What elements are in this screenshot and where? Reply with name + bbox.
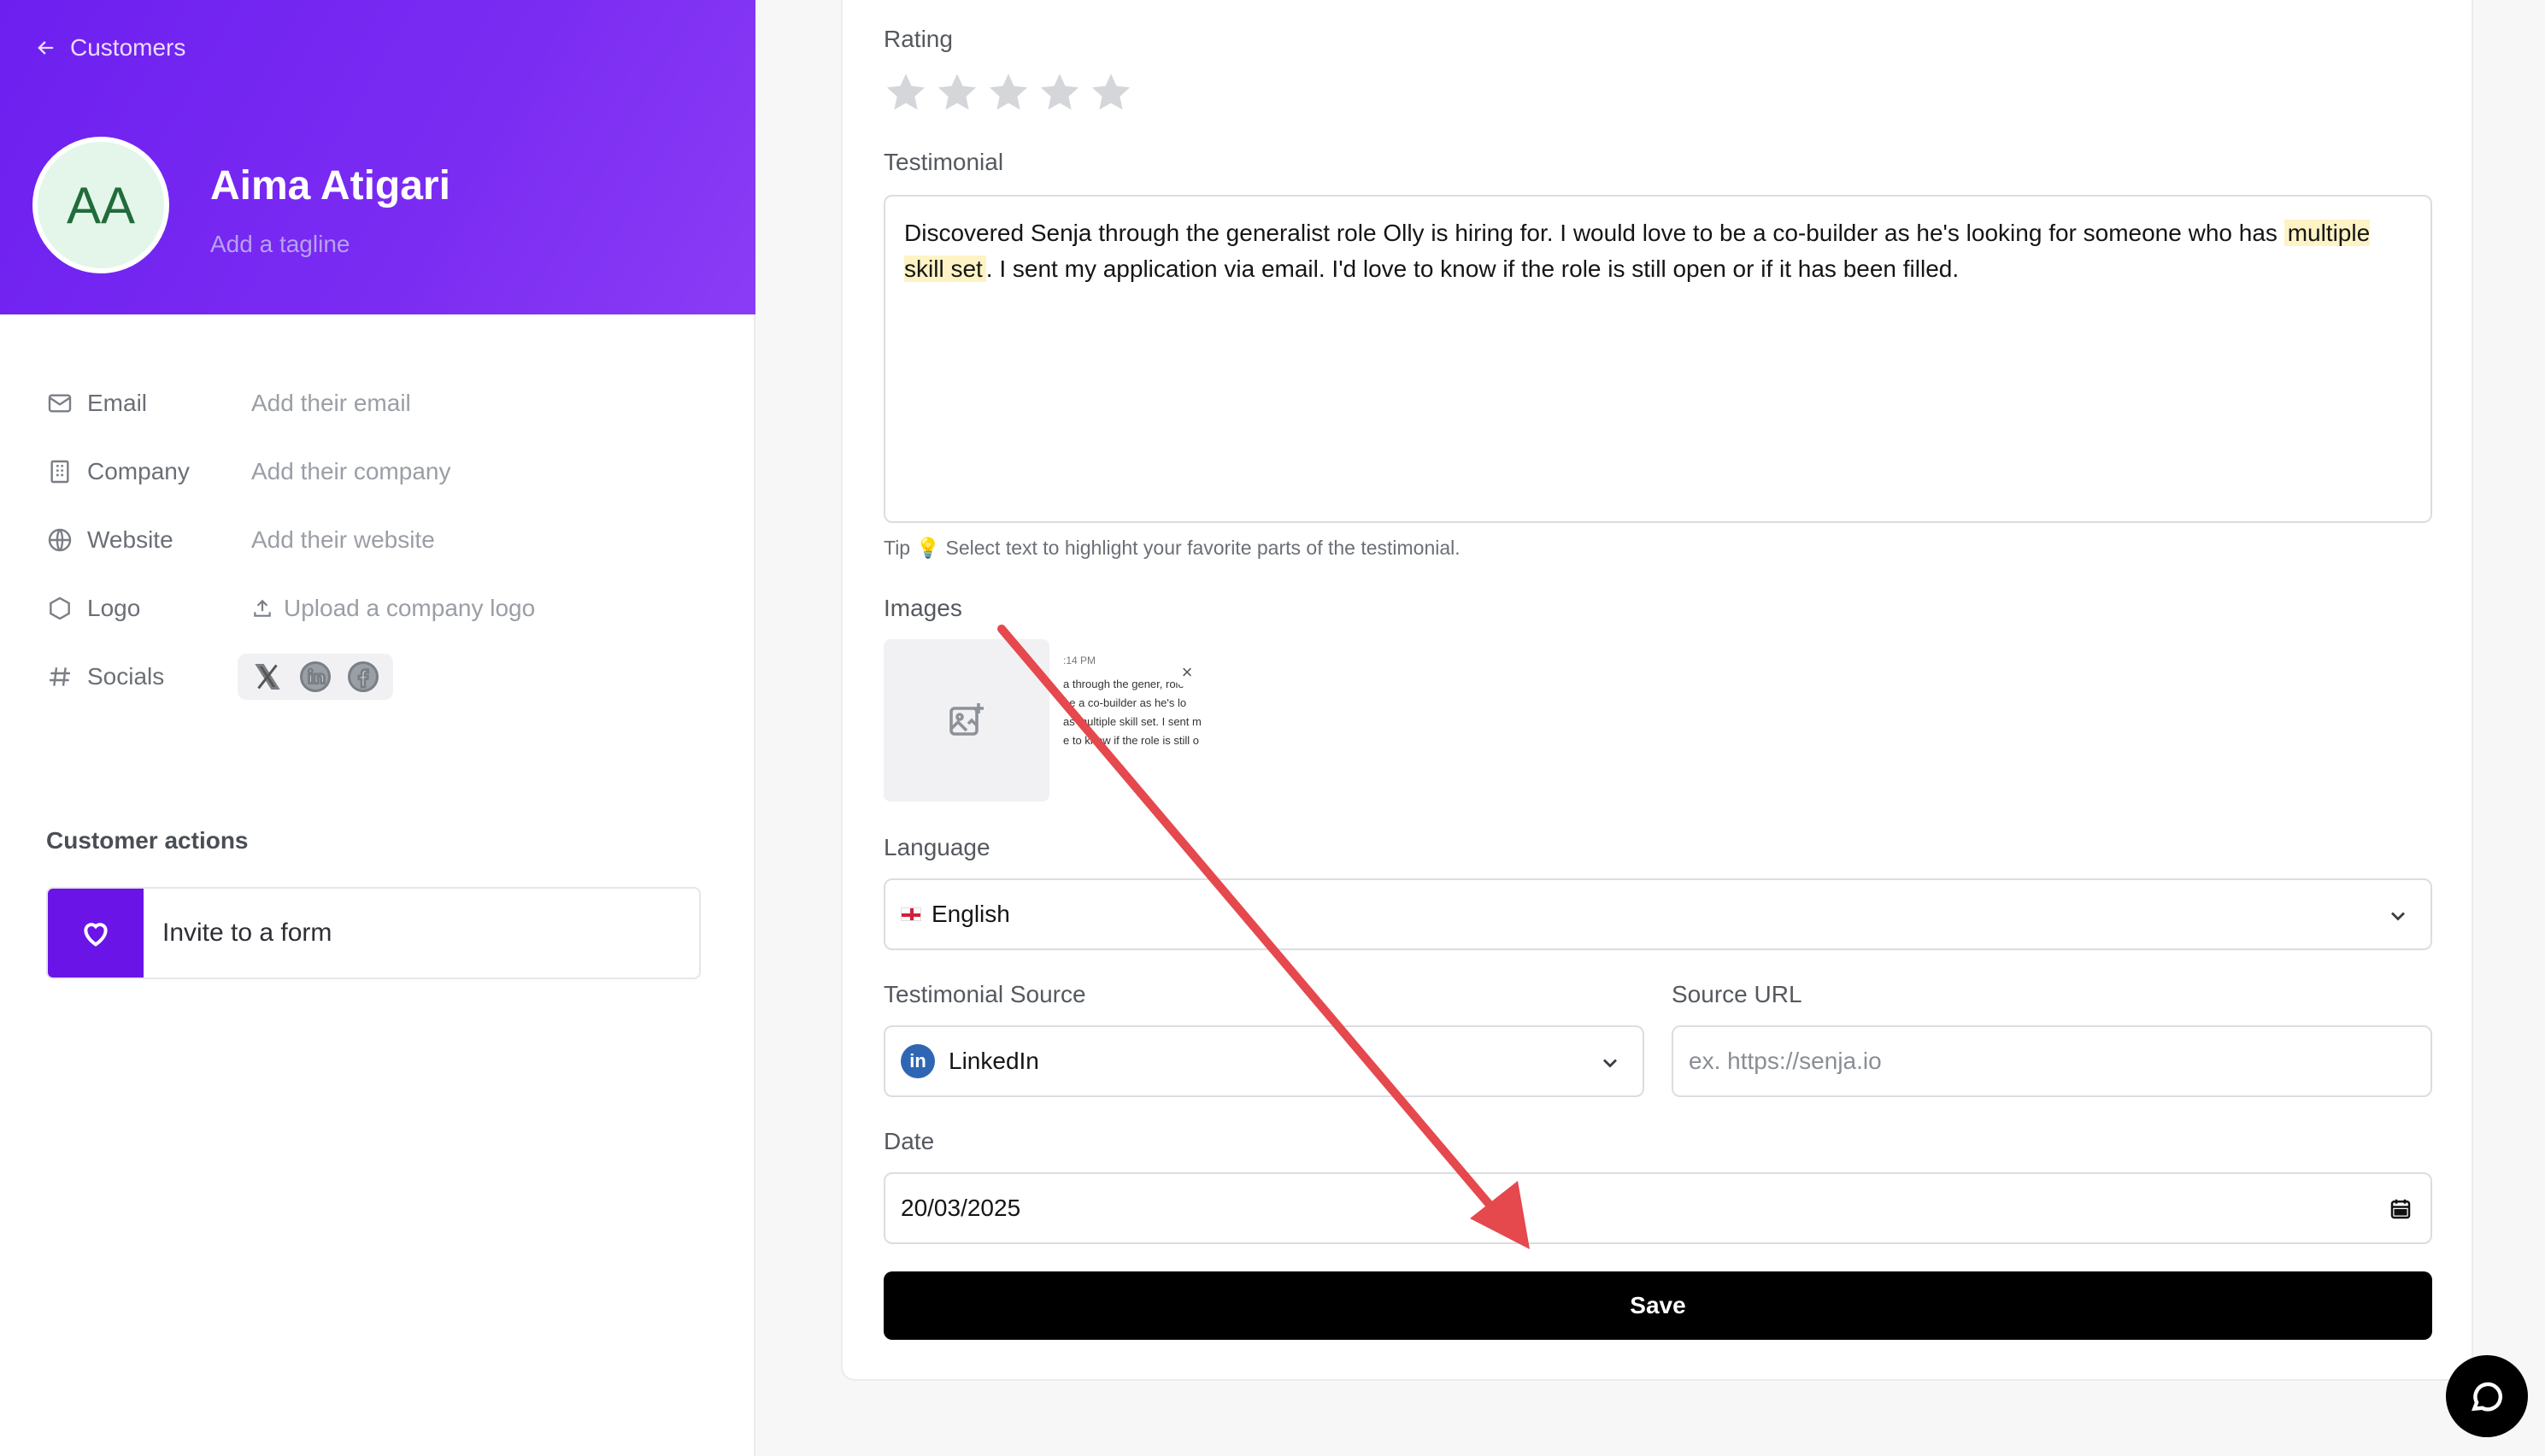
- field-socials: Socials: [46, 643, 730, 711]
- invite-icon-box: [48, 889, 144, 978]
- rating-stars: [884, 70, 1133, 114]
- building-icon: [50, 460, 69, 484]
- facebook-icon[interactable]: [347, 660, 379, 693]
- testimonial-source-select[interactable]: in LinkedIn: [884, 1025, 1644, 1097]
- language-select[interactable]: English: [884, 878, 2432, 950]
- star-icon[interactable]: [1089, 70, 1133, 114]
- image-plus-icon: [949, 703, 984, 736]
- back-label: Customers: [70, 34, 186, 61]
- chat-bubble-icon: [2472, 1382, 2502, 1412]
- socials-field: [238, 654, 393, 700]
- rating-label: Rating: [884, 26, 953, 52]
- field-email: Email Add their email: [46, 369, 730, 437]
- mail-icon: [48, 394, 72, 413]
- field-socials-label-wrap: Socials: [46, 663, 251, 690]
- testimonial-label: Testimonial: [884, 149, 1004, 175]
- save-button[interactable]: Save: [884, 1271, 2432, 1340]
- upload-icon: [254, 599, 271, 617]
- website-field[interactable]: Add their website: [251, 526, 435, 554]
- upload-logo-button[interactable]: Upload a company logo: [251, 595, 535, 622]
- remove-image-icon[interactable]: ×: [1173, 658, 1202, 687]
- field-website: Website Add their website: [46, 506, 730, 574]
- customer-actions-title: Customer actions: [46, 827, 249, 854]
- thumb-line: as multiple skill set. I sent m: [1063, 715, 1202, 728]
- testimonial-text-after: . I sent my application via email. I'd l…: [985, 255, 1960, 282]
- chevron-down-icon: [1603, 1059, 1617, 1068]
- testimonial-source-label: Testimonial Source: [884, 981, 1086, 1007]
- customer-fields: Email Add their email Company Add their …: [46, 369, 730, 711]
- field-logo: Logo Upload a company logo: [46, 574, 730, 643]
- linkedin-icon[interactable]: [299, 660, 332, 693]
- star-icon[interactable]: [1037, 70, 1082, 114]
- socials-group: [238, 654, 393, 700]
- field-company-label-wrap: Company: [46, 458, 251, 485]
- customer-name[interactable]: Aima Atigari: [210, 162, 450, 209]
- heart-icon: [84, 923, 108, 947]
- tagline-input[interactable]: Add a tagline: [210, 231, 350, 258]
- thumb-line: e to know if the role is still o: [1063, 734, 1199, 747]
- source-url-label: Source URL: [1672, 981, 1802, 1007]
- field-website-label-wrap: Website: [46, 526, 251, 554]
- date-label: Date: [884, 1128, 935, 1154]
- hash-icon: [50, 667, 70, 686]
- field-label: Socials: [87, 663, 165, 690]
- field-label: Logo: [87, 595, 141, 621]
- globe-icon: [48, 528, 72, 552]
- linkedin-icon: in: [901, 1044, 935, 1078]
- customer-sidebar: Customers AA Aima Atigari Add a tagline …: [0, 0, 755, 1456]
- customer-header: Customers AA Aima Atigari Add a tagline: [0, 0, 755, 314]
- add-image-button[interactable]: [884, 639, 1049, 801]
- field-email-label-wrap: Email: [46, 390, 251, 417]
- language-value: English: [932, 901, 1010, 927]
- field-label: Website: [87, 526, 173, 553]
- star-icon[interactable]: [884, 70, 928, 114]
- back-to-customers-link[interactable]: Customers: [34, 34, 185, 62]
- email-field[interactable]: Add their email: [251, 390, 411, 417]
- highlight-tip: Tip 💡 Select text to highlight your favo…: [884, 537, 1461, 559]
- testimonial-form-card: Rating Testimonial Discovered Senja thro…: [841, 0, 2473, 1381]
- chat-support-button[interactable]: [2446, 1355, 2528, 1437]
- images-label: Images: [884, 595, 962, 621]
- field-label: Email: [87, 390, 148, 416]
- testimonial-textarea[interactable]: Discovered Senja through the generalist …: [884, 195, 2432, 523]
- calendar-icon[interactable]: [2388, 1196, 2413, 1222]
- hexagon-icon: [50, 596, 70, 620]
- language-label: Language: [884, 834, 990, 860]
- company-field[interactable]: Add their company: [251, 458, 450, 485]
- x-twitter-icon[interactable]: [251, 660, 284, 693]
- chevron-down-icon: [2391, 912, 2405, 921]
- arrow-left-icon: [38, 41, 54, 55]
- england-flag-icon: [901, 907, 921, 921]
- star-icon[interactable]: [986, 70, 1031, 114]
- star-icon[interactable]: [935, 70, 979, 114]
- avatar[interactable]: AA: [32, 137, 169, 273]
- invite-to-form-button[interactable]: Invite to a form: [46, 887, 701, 979]
- field-logo-label-wrap: Logo: [46, 595, 251, 622]
- source-value: LinkedIn: [949, 1048, 1039, 1074]
- field-company: Company Add their company: [46, 437, 730, 506]
- invite-label: Invite to a form: [162, 919, 332, 947]
- date-value: 20/03/2025: [901, 1195, 1021, 1221]
- field-label: Company: [87, 458, 190, 484]
- source-url-field: [1672, 1025, 2432, 1097]
- testimonial-text-before: Discovered Senja through the generalist …: [904, 220, 2284, 246]
- thumb-line: be a co-builder as he's lo: [1063, 696, 1187, 709]
- date-field[interactable]: 20/03/2025: [884, 1172, 2432, 1244]
- source-url-input[interactable]: [1689, 1048, 2415, 1075]
- upload-logo-label: Upload a company logo: [284, 595, 536, 621]
